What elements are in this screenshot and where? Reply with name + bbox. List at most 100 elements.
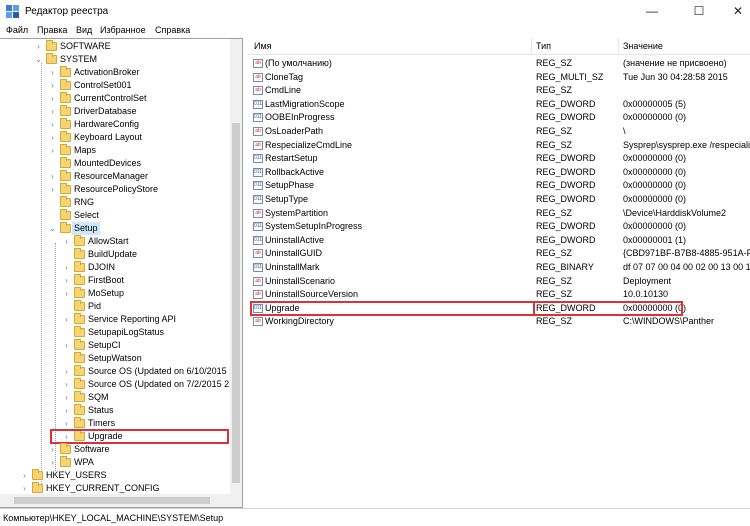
value-row[interactable]: 011 SetupPhase REG_DWORD 0x00000000 (0) [247,179,750,192]
chevron-right-icon[interactable]: › [62,287,71,300]
tree-item[interactable]: › ControlSet001 [0,79,229,92]
tree-item[interactable]: › ResourceManager [0,170,229,183]
value-row[interactable]: ab (По умолчанию) REG_SZ (значение не присв… [247,57,750,70]
tree-item[interactable]: › SOFTWARE [0,40,229,53]
chevron-right-icon[interactable]: › [48,92,57,105]
value-row[interactable]: 011 UninstallMark REG_BINARY df 07 07 00 04… [247,261,750,274]
tree-item[interactable]: › Maps [0,144,229,157]
tree-item[interactable]: › AllowStart [0,235,229,248]
chevron-right-icon[interactable]: › [62,261,71,274]
close-button[interactable]: ✕ [718,0,750,24]
chevron-right-icon[interactable]: › [48,105,57,118]
header-type[interactable]: Тип [536,41,551,51]
chevron-down-icon[interactable]: ⌄ [34,53,43,66]
header-name[interactable]: Имя [254,41,272,51]
tree-item[interactable]: Select [0,209,229,222]
menu-file[interactable]: Файл [6,25,28,35]
tree-item[interactable]: ⌄ Setup [0,222,229,235]
chevron-right-icon[interactable]: › [48,456,57,469]
tree-item[interactable]: SetupapiLogStatus [0,326,229,339]
tree-item[interactable]: › WPA [0,456,229,469]
tree-item[interactable]: › SQM [0,391,229,404]
value-row[interactable]: ab UninstallGUID REG_SZ {CBD971BF-B7B8-4885… [247,247,750,260]
value-row[interactable]: 011 SetupType REG_DWORD 0x00000000 (0) [247,193,750,206]
value-row[interactable]: 011 RollbackActive REG_DWORD 0x00000000 (0) [247,166,750,179]
tree-item[interactable]: BuildUpdate [0,248,229,261]
value-row[interactable]: ab UninstallSourceVersion REG_SZ 10.0.10130 [247,288,750,301]
registry-tree[interactable]: › SOFTWARE ⌄ SYSTEM › ActivationBroker › Contro… [0,38,243,508]
menu-view[interactable]: Вид [76,25,92,35]
tree-item[interactable]: › FirstBoot [0,274,229,287]
tree-item[interactable]: › MoSetup [0,287,229,300]
value-row[interactable]: ab OsLoaderPath REG_SZ \ [247,125,750,138]
tree-vertical-scrollbar[interactable] [230,39,242,495]
value-value: df 07 07 00 04 00 02 00 13 00 1a 00 [623,262,750,272]
menu-favorites[interactable]: Избранное [100,25,146,35]
tree-item[interactable]: › HKEY_USERS [0,469,229,482]
header-divider[interactable] [531,38,532,55]
tree-item[interactable]: › ResourcePolicyStore [0,183,229,196]
tree-item[interactable]: › SetupCI [0,339,229,352]
menu-help[interactable]: Справка [155,25,190,35]
chevron-right-icon[interactable]: › [62,339,71,352]
tree-item[interactable]: › Source OS (Updated on 7/2/2015 21:2 [0,378,242,391]
tree-item[interactable]: › HardwareConfig [0,118,229,131]
chevron-right-icon[interactable]: › [48,131,57,144]
value-row[interactable]: 011 UninstallActive REG_DWORD 0x00000001 (1… [247,234,750,247]
header-divider[interactable] [618,38,619,55]
chevron-right-icon[interactable]: › [62,274,71,287]
minimize-button[interactable]: — [632,0,672,24]
chevron-down-icon[interactable]: ⌄ [48,222,57,235]
status-bar: Компьютер\HKEY_LOCAL_MACHINE\SYSTEM\Setu… [0,508,750,526]
tree-hscroll-thumb[interactable] [14,497,210,504]
tree-item[interactable]: MountedDevices [0,157,229,170]
tree-item[interactable]: › CurrentControlSet [0,92,229,105]
chevron-right-icon[interactable]: › [34,40,43,53]
chevron-right-icon[interactable]: › [62,313,71,326]
maximize-button[interactable]: ☐ [679,0,719,24]
tree-item[interactable]: › Software [0,443,229,456]
chevron-right-icon[interactable]: › [62,365,71,378]
tree-item[interactable]: › Source OS (Updated on 6/10/2015 19: [0,365,242,378]
header-value[interactable]: Значение [623,41,663,51]
value-row[interactable]: 011 OOBEInProgress REG_DWORD 0x00000000 (0) [247,111,750,124]
value-row[interactable]: ab WorkingDirectory REG_SZ C:\WINDOWS\Panth… [247,315,750,328]
chevron-right-icon[interactable]: › [62,235,71,248]
tree-item[interactable]: › Service Reporting API [0,313,229,326]
chevron-right-icon[interactable]: › [62,391,71,404]
tree-item[interactable]: › DJOIN [0,261,229,274]
value-row[interactable]: ab UninstallScenario REG_SZ Deployment [247,275,750,288]
tree-item[interactable]: Pid [0,300,229,313]
value-row[interactable]: ab CloneTag REG_MULTI_SZ Tue Jun 30 04:28:5… [247,71,750,84]
tree-item[interactable]: SetupWatson [0,352,229,365]
value-row[interactable]: 011 RestartSetup REG_DWORD 0x00000000 (0) [247,152,750,165]
tree-item[interactable]: › ActivationBroker [0,66,229,79]
chevron-right-icon[interactable]: › [48,118,57,131]
value-row[interactable]: ab RespecializeCmdLine REG_SZ Sysprep\syspr… [247,139,750,152]
tree-scroll-thumb[interactable] [232,123,240,483]
chevron-right-icon[interactable]: › [62,378,71,391]
value-name: (По умолчанию) [265,58,332,68]
chevron-right-icon[interactable]: › [48,66,57,79]
tree-item[interactable]: › Status [0,404,229,417]
chevron-right-icon[interactable]: › [48,144,57,157]
chevron-right-icon[interactable]: › [48,170,57,183]
value-row[interactable]: ab SystemPartition REG_SZ \Device\HarddiskV… [247,207,750,220]
value-name: SetupType [265,194,309,204]
tree-item[interactable]: › Keyboard Layout [0,131,229,144]
values-list[interactable]: Имя Тип Значение ab (По умолчанию) REG_SZ(… [247,38,750,508]
chevron-right-icon[interactable]: › [62,404,71,417]
chevron-right-icon[interactable]: › [48,443,57,456]
chevron-right-icon[interactable]: › [20,469,29,482]
chevron-right-icon[interactable]: › [48,183,57,196]
tree-item[interactable]: ⌄ SYSTEM [0,53,229,66]
value-row[interactable]: 011 LastMigrationScope REG_DWORD 0x00000005… [247,98,750,111]
chevron-right-icon[interactable]: › [48,79,57,92]
tree-item[interactable]: › DriverDatabase [0,105,229,118]
menu-edit[interactable]: Правка [37,25,67,35]
tree-horizontal-scrollbar[interactable] [0,494,242,507]
value-row[interactable]: 011 SystemSetupInProgress REG_DWORD 0x00000… [247,220,750,233]
value-name: CmdLine [265,85,302,96]
value-row[interactable]: ab CmdLine REG_SZ [247,84,750,97]
tree-item[interactable]: RNG [0,196,229,209]
